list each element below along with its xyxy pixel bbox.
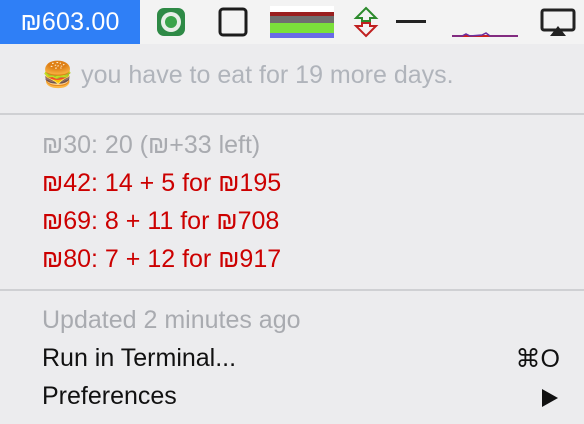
- app-green-circle-icon[interactable]: [156, 6, 186, 38]
- menu-separator: [0, 289, 584, 291]
- eat-days-label: you have to eat for 19 more days.: [81, 61, 454, 89]
- menu-bar: ₪603.00: [0, 0, 584, 44]
- run-shortcut-label: ⌘O: [515, 345, 560, 373]
- network-updown-icon[interactable]: [352, 6, 380, 38]
- run-in-terminal-item[interactable]: Run in Terminal...: [42, 344, 236, 373]
- menubar-title-button[interactable]: ₪603.00: [0, 0, 140, 44]
- price-line-item: ₪69: 8 + 11 for ₪708: [42, 207, 280, 235]
- price-line-item: ₪42: 14 + 5 for ₪195: [42, 169, 282, 197]
- menu-separator: [0, 113, 584, 115]
- price-line-item: ₪80: 7 + 12 for ₪917: [42, 245, 282, 273]
- window-square-icon[interactable]: [216, 6, 250, 38]
- airplay-icon[interactable]: [540, 6, 576, 38]
- updated-status: Updated 2 minutes ago: [42, 306, 301, 334]
- submenu-arrow-icon: [542, 389, 558, 407]
- burger-icon: 🍔: [42, 61, 74, 89]
- dash-icon[interactable]: [396, 6, 428, 38]
- dropdown-menu: 🍔 you have to eat for 19 more days. ₪30: …: [0, 44, 584, 424]
- graph-strip-icon[interactable]: [270, 6, 334, 38]
- eat-days-item: 🍔 you have to eat for 19 more days.: [42, 61, 454, 90]
- preferences-item[interactable]: Preferences: [42, 382, 177, 411]
- activity-graph-icon[interactable]: [452, 6, 518, 38]
- price-line-item: ₪30: 20 (₪+33 left): [42, 131, 261, 159]
